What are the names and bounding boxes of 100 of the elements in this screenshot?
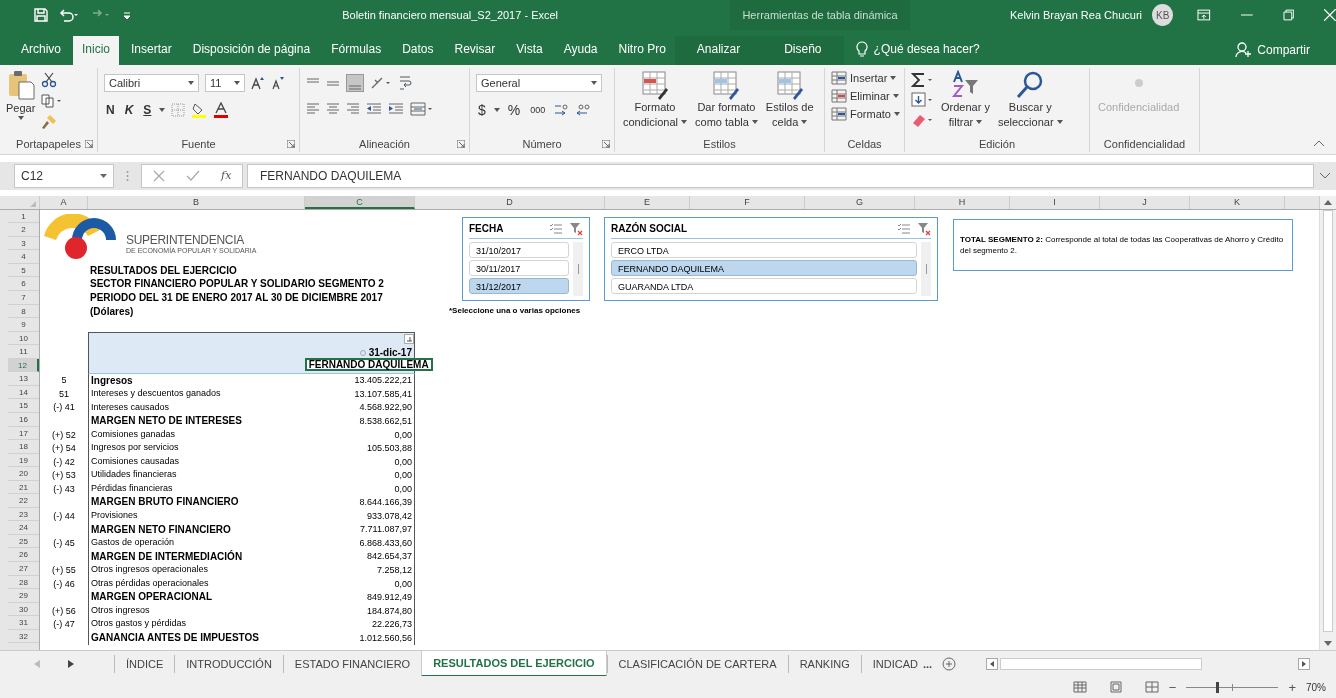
scroll-up-icon[interactable] bbox=[1324, 199, 1332, 205]
undo-icon[interactable] bbox=[58, 8, 80, 22]
name-box[interactable]: C12 bbox=[14, 163, 114, 188]
scroll-down-icon[interactable] bbox=[1324, 641, 1332, 647]
next-sheet-icon[interactable] bbox=[68, 659, 74, 668]
sheet-tab[interactable]: ÍNDICE bbox=[114, 654, 175, 673]
row-header[interactable]: 25 bbox=[8, 534, 39, 549]
ribbon-tab[interactable]: Nitro Pro bbox=[609, 35, 675, 65]
filter-dropdown-icon[interactable] bbox=[404, 334, 414, 345]
ribbon-tab[interactable]: Diseño bbox=[762, 35, 844, 65]
increase-indent-icon[interactable] bbox=[388, 102, 404, 115]
scrollbar-thumb[interactable] bbox=[1000, 657, 1203, 670]
font-name-field[interactable]: Calibri bbox=[104, 73, 199, 92]
column-header[interactable]: I bbox=[1010, 195, 1100, 209]
increase-font-icon[interactable] bbox=[251, 75, 265, 90]
ribbon-tab[interactable]: Insertar bbox=[122, 35, 181, 65]
row-header[interactable]: 30 bbox=[8, 602, 39, 617]
row-header[interactable]: 7 bbox=[8, 291, 39, 305]
row-header[interactable]: 23 bbox=[8, 507, 39, 522]
ribbon-tab[interactable]: Archivo bbox=[12, 35, 70, 65]
ribbon-tab[interactable]: Inicio bbox=[73, 35, 120, 65]
formula-field[interactable]: FERNANDO DAQUILEMA bbox=[247, 163, 1314, 188]
decrease-indent-icon[interactable] bbox=[366, 102, 382, 115]
column-header[interactable]: J bbox=[1100, 195, 1190, 209]
page-layout-icon[interactable] bbox=[1108, 681, 1123, 693]
row-header[interactable]: 15 bbox=[8, 399, 39, 413]
ribbon-tab[interactable]: Datos bbox=[393, 35, 443, 65]
ribbon-tab[interactable]: Vista bbox=[507, 35, 552, 65]
fill-color-icon[interactable] bbox=[191, 101, 208, 118]
row-header[interactable]: 6 bbox=[8, 277, 39, 292]
scrollbar-thumb[interactable] bbox=[577, 263, 579, 274]
slicer-item[interactable]: 31/10/2017 bbox=[469, 241, 569, 258]
row-header[interactable]: 20 bbox=[8, 467, 39, 481]
row-header[interactable]: 17 bbox=[8, 426, 39, 441]
decrease-decimal-icon[interactable] bbox=[575, 102, 592, 117]
user-avatar[interactable]: KB bbox=[1152, 4, 1174, 26]
row-header[interactable]: 22 bbox=[8, 494, 39, 508]
multi-select-icon[interactable] bbox=[549, 222, 563, 235]
font-size-field[interactable]: 11 bbox=[205, 73, 245, 92]
percent-button[interactable]: % bbox=[505, 101, 523, 118]
scrollbar-thumb[interactable] bbox=[1323, 209, 1333, 632]
fill-down-icon[interactable] bbox=[911, 91, 935, 108]
row-header[interactable]: 26 bbox=[8, 548, 39, 562]
add-sheet-icon[interactable] bbox=[942, 656, 957, 671]
row-header[interactable]: 5 bbox=[8, 263, 39, 278]
column-header[interactable]: D bbox=[415, 195, 605, 209]
column-header[interactable]: G bbox=[805, 195, 915, 209]
dialog-launcher-icon[interactable] bbox=[602, 139, 610, 148]
row-header[interactable]: 11 bbox=[8, 345, 39, 359]
styles-button[interactable]: Formato condicional bbox=[621, 69, 690, 130]
bottom-align-icon[interactable] bbox=[346, 73, 364, 92]
zoom-out-button[interactable]: − bbox=[1168, 679, 1177, 695]
editing-button[interactable]: Buscar y seleccionar bbox=[995, 69, 1065, 130]
slicer-item[interactable]: 31/12/2017 bbox=[469, 277, 569, 294]
row-header[interactable]: 1 bbox=[8, 209, 39, 224]
row-header[interactable]: 13 bbox=[8, 372, 39, 386]
copy-icon[interactable] bbox=[41, 93, 64, 108]
insert-function-button[interactable]: fx bbox=[221, 169, 232, 183]
underline-button[interactable]: S bbox=[141, 102, 154, 117]
row-header[interactable]: 3 bbox=[8, 236, 39, 251]
tell-me-field[interactable]: ¿Qué desea hacer? bbox=[873, 35, 980, 65]
column-header[interactable]: C bbox=[305, 195, 415, 209]
zoom-level[interactable]: 70% bbox=[1306, 681, 1326, 693]
row-header[interactable]: 2 bbox=[8, 223, 39, 237]
dialog-launcher-icon[interactable] bbox=[457, 139, 465, 148]
increase-decimal-icon[interactable] bbox=[553, 102, 570, 117]
expand-formula-icon[interactable] bbox=[1320, 172, 1330, 179]
ribbon-display-icon[interactable] bbox=[1197, 9, 1211, 21]
editing-button[interactable]: Ordenar y filtrar bbox=[939, 69, 992, 130]
row-header[interactable]: 10 bbox=[8, 331, 39, 346]
save-icon[interactable] bbox=[34, 8, 48, 22]
row-header[interactable]: 28 bbox=[8, 575, 39, 590]
collapse-ribbon-icon[interactable] bbox=[1314, 139, 1324, 146]
thousands-button[interactable]: 000 bbox=[528, 104, 548, 115]
row-header[interactable]: 31 bbox=[8, 616, 39, 630]
row-header[interactable]: 24 bbox=[8, 521, 39, 535]
row-header[interactable]: 29 bbox=[8, 589, 39, 603]
dropdown-caret-icon[interactable] bbox=[493, 107, 500, 112]
slicer-item[interactable]: GUARANDA LTDA bbox=[611, 277, 917, 294]
scrollbar-thumb[interactable] bbox=[925, 263, 927, 274]
bold-button[interactable]: N bbox=[104, 102, 117, 117]
ribbon-tab[interactable]: Revisar bbox=[445, 35, 505, 65]
row-header[interactable]: 21 bbox=[8, 480, 39, 495]
row-header[interactable]: 8 bbox=[8, 304, 39, 319]
zoom-in-button[interactable]: + bbox=[1288, 679, 1296, 695]
currency-button[interactable]: $ bbox=[476, 101, 488, 118]
close-icon[interactable] bbox=[1324, 9, 1336, 21]
ribbon-tab[interactable]: Analizar bbox=[674, 35, 763, 65]
decrease-font-icon[interactable] bbox=[271, 75, 285, 90]
styles-button[interactable]: Dar formato como tabla bbox=[693, 69, 760, 130]
clear-filter-icon[interactable] bbox=[569, 221, 583, 236]
dialog-launcher-icon[interactable] bbox=[287, 139, 295, 148]
ribbon-tab[interactable]: Fórmulas bbox=[322, 35, 391, 65]
row-header[interactable]: 14 bbox=[8, 385, 39, 400]
scroll-left-icon[interactable] bbox=[986, 657, 999, 670]
dialog-launcher-icon[interactable] bbox=[85, 139, 93, 148]
styles-button[interactable]: Estilos de celda bbox=[763, 69, 816, 130]
italic-button[interactable]: K bbox=[122, 102, 136, 117]
column-header[interactable]: F bbox=[690, 195, 805, 209]
scroll-right-icon[interactable] bbox=[1298, 657, 1310, 670]
